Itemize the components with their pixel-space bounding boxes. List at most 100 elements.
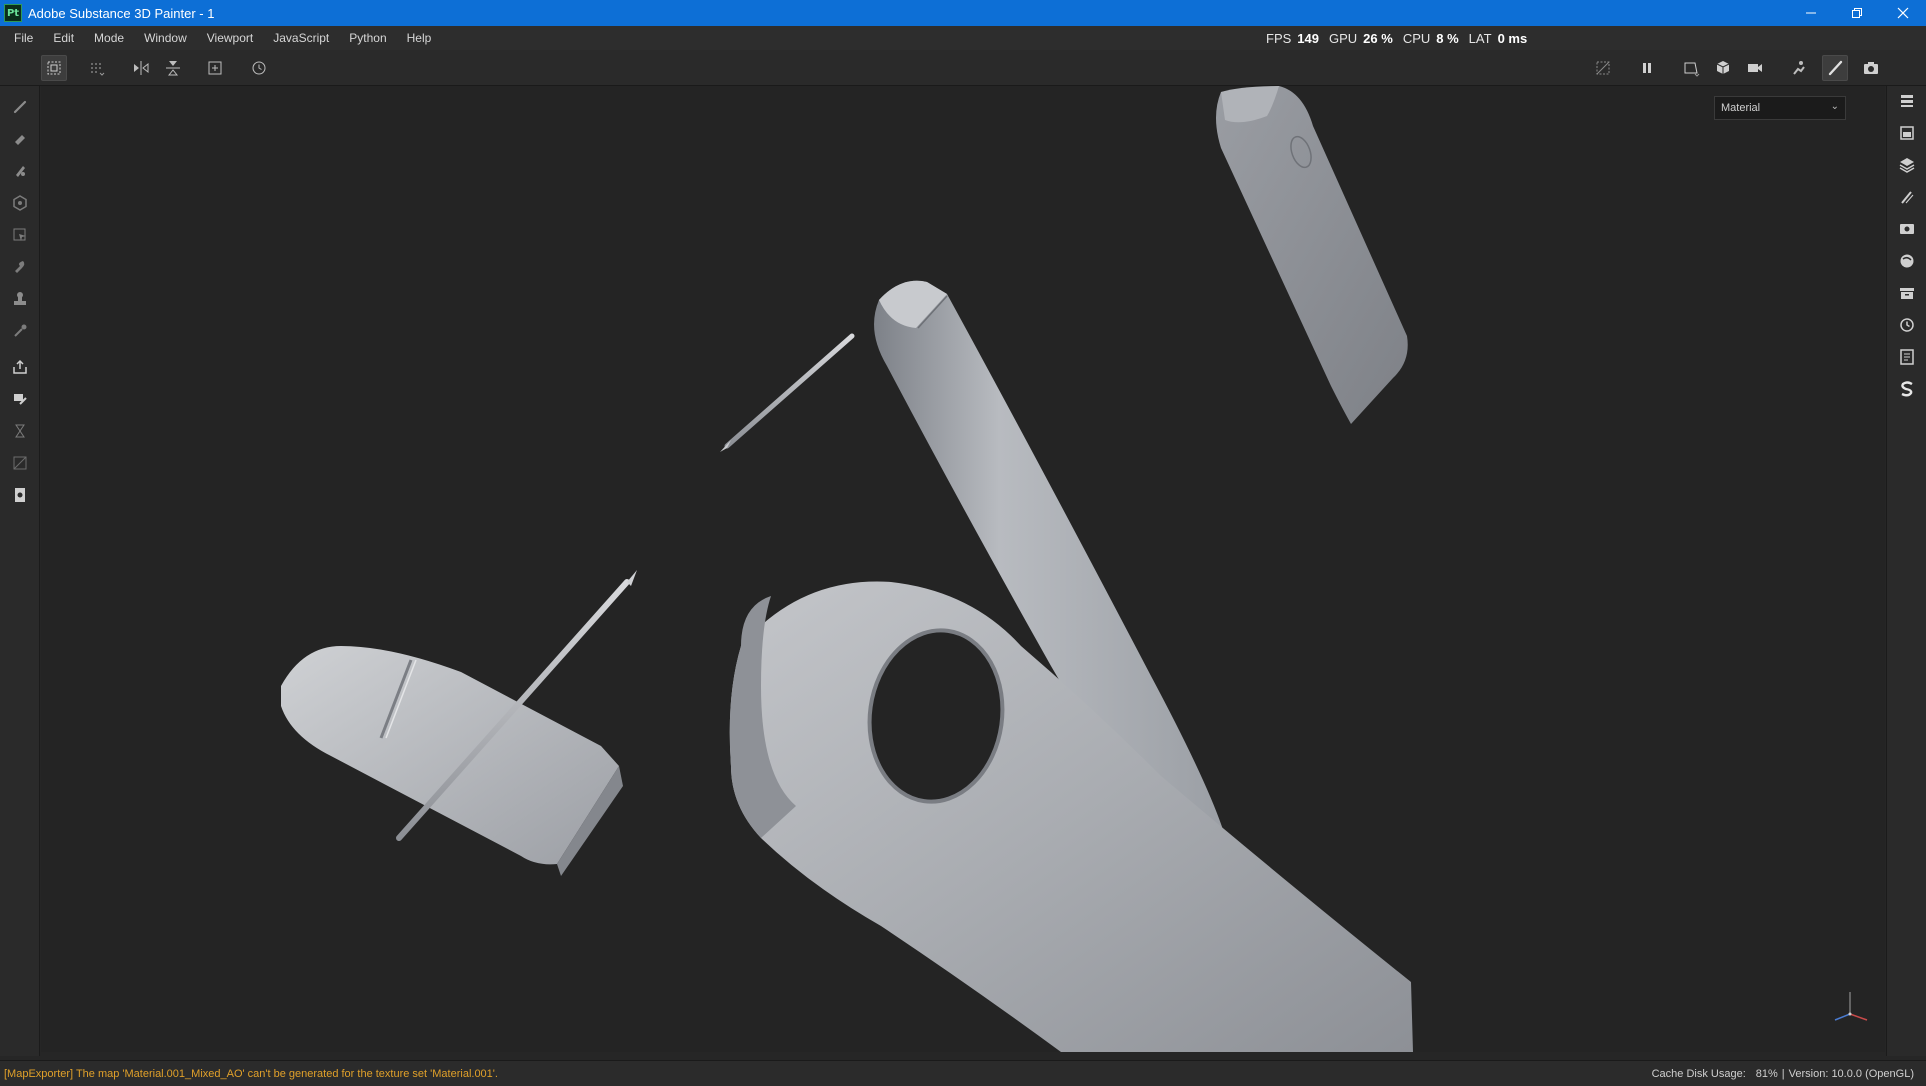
2d-view-icon <box>1684 62 1700 77</box>
panel-layers[interactable] <box>1896 154 1918 176</box>
title-bar: Pt Adobe Substance 3D Painter - 1 <box>0 0 1926 26</box>
camera-settings-button[interactable] <box>1742 55 1768 81</box>
lat-value: 0 ms <box>1497 30 1528 46</box>
tool-measure[interactable] <box>9 420 31 442</box>
display-settings-button[interactable] <box>1786 55 1812 81</box>
app-window: Pt Adobe Substance 3D Painter - 1 File E… <box>0 0 1926 1086</box>
cpu-label: CPU <box>1402 30 1431 46</box>
paint-mode-button[interactable] <box>1822 55 1848 81</box>
stamp-icon <box>14 292 26 305</box>
view-mode-3d-button[interactable] <box>1710 55 1736 81</box>
tool-geometry-mask[interactable] <box>9 192 31 214</box>
smudge-icon <box>15 261 25 273</box>
tool-bake[interactable] <box>9 356 31 378</box>
3d-cube-icon <box>1716 61 1730 74</box>
status-warning-message[interactable]: [MapExporter] The map 'Material.001_Mixe… <box>4 1068 498 1080</box>
panel-display-settings[interactable] <box>1896 218 1918 240</box>
symmetry-options-button[interactable] <box>84 55 110 81</box>
display-icon <box>1900 224 1914 234</box>
add-box-icon <box>208 61 222 75</box>
toolbar <box>0 50 1926 86</box>
layers-icon <box>1899 158 1915 173</box>
selection-mode-button[interactable] <box>41 55 67 81</box>
history-reset-icon <box>252 61 266 75</box>
brush-icon <box>13 100 27 114</box>
tool-paint[interactable] <box>9 96 31 118</box>
eraser-icon <box>15 135 25 145</box>
menu-javascript[interactable]: JavaScript <box>263 26 339 50</box>
scissor-part-lower-left <box>281 646 623 876</box>
panel-substance-share[interactable] <box>1896 378 1918 400</box>
panel-history[interactable] <box>1896 314 1918 336</box>
mirror-horizontal-icon <box>134 61 149 75</box>
tool-material-picker[interactable] <box>9 388 31 410</box>
tool-projection[interactable] <box>9 160 31 182</box>
panel-assets[interactable] <box>1896 282 1918 304</box>
restore-icon <box>1852 8 1862 18</box>
tool-eraser[interactable] <box>9 128 31 150</box>
menu-viewport[interactable]: Viewport <box>197 26 263 50</box>
dotted-grid-icon <box>91 63 105 76</box>
panel-properties[interactable] <box>1896 186 1918 208</box>
3d-viewport[interactable]: Material ⌄ <box>41 86 1885 1052</box>
scissor-pin-upper <box>720 333 855 452</box>
material-picker-icon <box>14 394 27 405</box>
status-bar: [MapExporter] The map 'Material.001_Mixe… <box>0 1060 1926 1086</box>
hexagon-icon <box>13 195 27 211</box>
performance-stats: FPS 149 GPU 26 % CPU 8 % LAT 0 ms <box>1266 26 1537 50</box>
pause-render-button[interactable] <box>1634 55 1660 81</box>
add-frame-button[interactable] <box>202 55 228 81</box>
minimize-icon <box>1806 12 1816 14</box>
settings-panel-icon <box>1900 126 1914 140</box>
viewport-channel-dropdown[interactable]: Material ⌄ <box>1714 96 1846 120</box>
panel-shader-settings[interactable] <box>1896 250 1918 272</box>
substance-logo-icon <box>1901 381 1913 397</box>
tool-smudge[interactable] <box>9 256 31 278</box>
menu-edit[interactable]: Edit <box>43 26 84 50</box>
window-controls <box>1788 0 1926 26</box>
menu-mode[interactable]: Mode <box>84 26 134 50</box>
panel-texture-set-settings[interactable] <box>1896 122 1918 144</box>
selection-grid-icon <box>47 61 61 75</box>
menu-python[interactable]: Python <box>339 26 396 50</box>
archive-box-icon <box>1900 288 1914 299</box>
mirror-x-button[interactable] <box>128 55 154 81</box>
projection-icon <box>16 166 25 177</box>
menu-bar: File Edit Mode Window Viewport JavaScrip… <box>0 26 1926 50</box>
menu-help[interactable]: Help <box>397 26 442 50</box>
hide-ui-button[interactable] <box>1590 55 1616 81</box>
brush-properties-icon <box>1901 191 1914 204</box>
paint-brush-icon <box>1828 60 1843 76</box>
menu-window[interactable]: Window <box>134 26 197 50</box>
shader-sphere-icon <box>1900 254 1914 268</box>
scissor-part-top-block <box>1216 86 1408 424</box>
screenshot-button[interactable] <box>1858 55 1884 81</box>
figure-pose-icon <box>1793 61 1805 75</box>
menu-file[interactable]: File <box>0 26 43 50</box>
reset-camera-button[interactable] <box>246 55 272 81</box>
history-clock-icon <box>1900 318 1914 332</box>
panel-log[interactable] <box>1896 346 1918 368</box>
document-search-icon <box>15 488 25 502</box>
tool-viewer[interactable] <box>9 484 31 506</box>
view-mode-2d-button[interactable] <box>1678 55 1704 81</box>
tool-uv-edit[interactable] <box>9 452 31 474</box>
tool-clone[interactable] <box>9 288 31 310</box>
mirror-y-button[interactable] <box>160 55 186 81</box>
mirror-vertical-icon <box>166 61 180 76</box>
camera-icon <box>1864 62 1878 74</box>
tool-color-picker[interactable] <box>9 320 31 342</box>
gpu-label: GPU <box>1329 30 1358 46</box>
minimize-button[interactable] <box>1788 0 1834 26</box>
close-button[interactable] <box>1880 0 1926 26</box>
hourglass-icon <box>15 424 25 438</box>
panel-texture-set-list[interactable] <box>1896 90 1918 112</box>
close-icon <box>1897 7 1909 19</box>
viewport-scene[interactable] <box>41 86 1885 1052</box>
polygon-fill-icon <box>13 228 26 241</box>
status-info: Cache Disk Usage: 81% | Version: 10.0.0 … <box>1652 1061 1914 1086</box>
cpu-value: 8 % <box>1436 30 1459 46</box>
hidden-eye-icon <box>1596 61 1610 75</box>
tool-polygon-fill[interactable] <box>9 224 31 246</box>
restore-button[interactable] <box>1834 0 1880 26</box>
